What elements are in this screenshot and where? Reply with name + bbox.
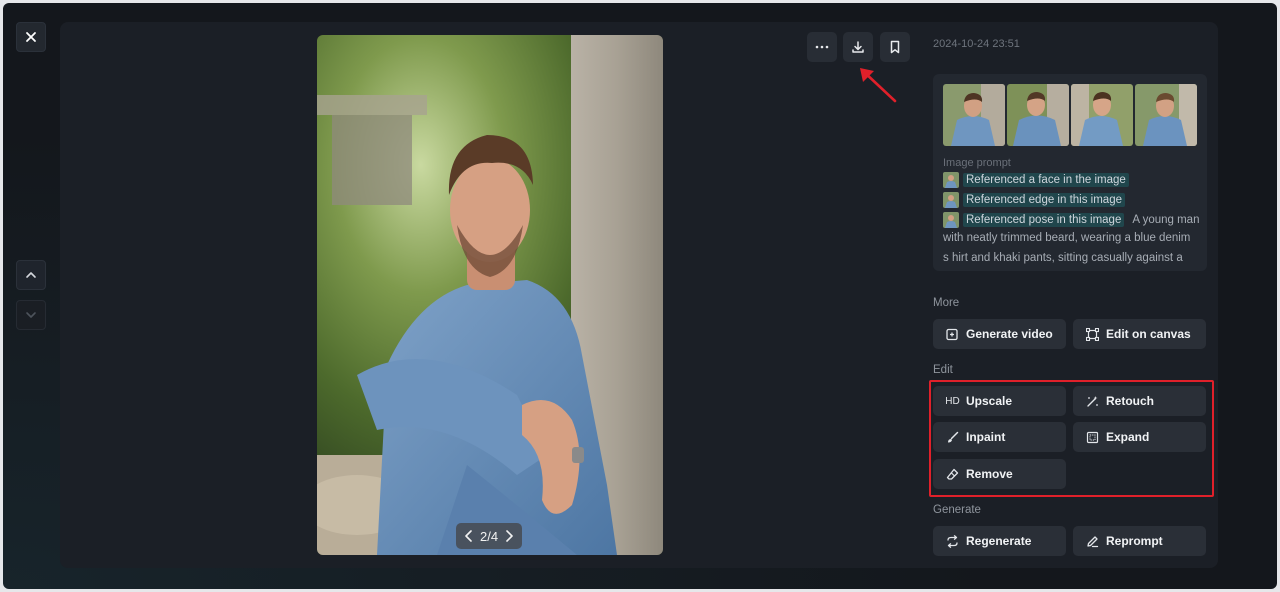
reference-tag-pose: Referenced pose in this image xyxy=(963,213,1125,227)
reference-thumbnail[interactable] xyxy=(1135,84,1197,146)
reprompt-button[interactable]: Reprompt xyxy=(1073,526,1206,556)
reference-tag-edge: Referenced edge in this image xyxy=(963,193,1125,207)
bookmark-button[interactable] xyxy=(880,32,910,62)
reference-thumbnail[interactable] xyxy=(1007,84,1069,146)
video-plus-icon xyxy=(946,328,959,341)
generate-video-button[interactable]: Generate video xyxy=(933,319,1066,349)
regenerate-button[interactable]: Regenerate xyxy=(933,526,1066,556)
close-icon xyxy=(26,32,36,42)
reference-edge-icon xyxy=(943,192,959,208)
reference-item: Referenced a face in the image xyxy=(943,171,1197,189)
regenerate-label: Regenerate xyxy=(966,534,1032,548)
annotation-arrow-icon xyxy=(860,68,897,103)
close-button[interactable] xyxy=(16,22,46,52)
refresh-icon xyxy=(946,534,959,548)
reference-item: Referenced pose in this image A young ma… xyxy=(943,211,1200,229)
main-image[interactable]: 2/4 xyxy=(317,35,663,555)
reprompt-label: Reprompt xyxy=(1106,534,1163,548)
reference-thumbnail[interactable] xyxy=(1071,84,1133,146)
edit-on-canvas-label: Edit on canvas xyxy=(1106,327,1191,341)
next-image-button[interactable] xyxy=(16,300,46,330)
reference-thumbnails xyxy=(943,84,1197,146)
bookmark-icon xyxy=(890,40,900,54)
generate-video-label: Generate video xyxy=(966,327,1053,341)
pencil-icon xyxy=(1086,535,1099,548)
more-icon xyxy=(815,45,829,49)
reference-tag-face: Referenced a face in the image xyxy=(963,173,1129,187)
prompt-text-start: A young man xyxy=(1132,214,1200,226)
more-button[interactable] xyxy=(807,32,837,62)
prompt-label: Image prompt xyxy=(943,157,1011,169)
reference-pose-icon xyxy=(943,212,959,228)
download-button[interactable] xyxy=(843,32,873,62)
download-icon xyxy=(852,41,864,53)
canvas-icon xyxy=(1086,327,1099,341)
prompt-text: with neatly trimmed beard, wearing a blu… xyxy=(943,232,1191,264)
edit-on-canvas-button[interactable]: Edit on canvas xyxy=(1073,319,1206,349)
section-label-edit: Edit xyxy=(933,364,953,376)
reference-face-icon xyxy=(943,172,959,188)
reference-item: Referenced edge in this image xyxy=(943,191,1197,209)
previous-image-button[interactable] xyxy=(16,260,46,290)
image-pager: 2/4 xyxy=(456,523,523,549)
section-label-more: More xyxy=(933,297,960,309)
chevron-up-icon xyxy=(26,272,36,278)
pager-text: 2/4 xyxy=(480,528,499,544)
portrait-photo xyxy=(317,35,663,555)
creation-date: 2024-10-24 23:51 xyxy=(933,38,1020,50)
chevron-down-icon xyxy=(26,312,36,318)
prompt-box: Image prompt Referenced a face in the im… xyxy=(933,74,1207,271)
reference-thumbnail[interactable] xyxy=(943,84,1005,146)
annotation-highlight-box xyxy=(929,380,1214,497)
viewer-window: 2/4 2024-10-24 23:51 Image prompt Refere… xyxy=(3,3,1277,589)
chevron-left-icon[interactable] xyxy=(464,530,474,542)
section-label-generate: Generate xyxy=(933,504,981,516)
chevron-right-icon[interactable] xyxy=(504,530,514,542)
